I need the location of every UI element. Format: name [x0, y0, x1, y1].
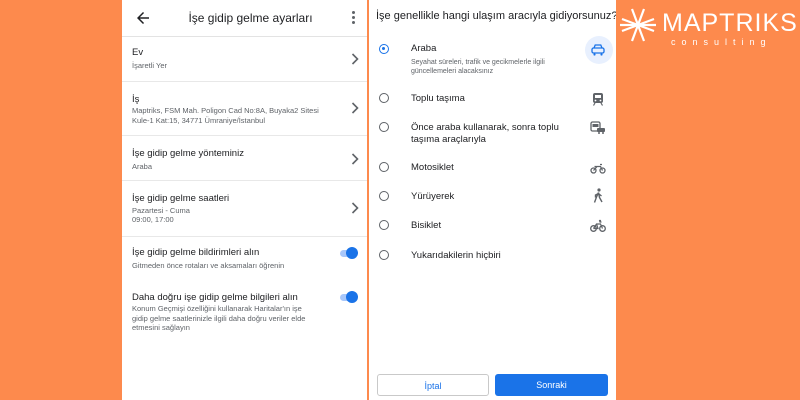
radio-button[interactable] [379, 250, 389, 260]
radio-button[interactable] [379, 122, 389, 132]
commute-settings-panel: İşe gidip gelme ayarları Ev İşaretli Yer… [122, 0, 367, 400]
option-public-transit[interactable]: Toplu taşıma [369, 88, 616, 112]
row-subtitle: İşaretli Yer [132, 61, 168, 70]
row-subtitle-times: 09:00, 17:00 [132, 215, 174, 224]
option-car[interactable]: Araba Seyahat süreleri, trafik ve gecikm… [369, 36, 616, 80]
logo-tagline: consulting [671, 37, 772, 47]
radio-button[interactable] [379, 191, 389, 201]
bicycle-icon [590, 219, 606, 232]
chevron-right-icon [351, 102, 359, 114]
walking-icon [593, 188, 603, 203]
option-description: Seyahat süreleri, trafik ve gecikmelerle… [411, 59, 545, 75]
row-subtitle: Araba [132, 162, 153, 171]
app-bar: İşe gidip gelme ayarları [122, 0, 367, 37]
option-label: Yürüyerek [411, 191, 455, 202]
next-button[interactable]: Sonraki [495, 374, 608, 396]
radio-button[interactable] [379, 220, 389, 230]
option-label: Toplu taşıma [411, 93, 465, 104]
row-title: Daha doğru işe gidip gelme bilgileri alı… [132, 292, 298, 303]
settings-row-work[interactable]: İş Maptriks, FSM Mah. Poligon Cad No:8A,… [122, 82, 367, 136]
option-label: Önce araba kullanarak, sonra toplu taşım… [411, 122, 559, 145]
option-motorcycle[interactable]: Motosiklet [369, 157, 616, 181]
settings-row-commute-times[interactable]: İşe gidip gelme saatleri Pazartesi - Cum… [122, 181, 367, 237]
car-icon [591, 44, 605, 56]
row-title: İş [132, 94, 140, 105]
option-label: Yukarıdakilerin hiçbiri [411, 250, 501, 261]
more-options-icon[interactable] [351, 10, 357, 26]
settings-row-home[interactable]: Ev İşaretli Yer [122, 37, 367, 82]
row-title: İşe gidip gelme yönteminiz [132, 148, 244, 159]
motorcycle-icon [590, 163, 606, 174]
maptriks-logo-icon [620, 8, 656, 42]
question-title: İşe genellikle hangi ulaşım aracıyla gid… [376, 10, 616, 22]
option-label: Araba [411, 43, 437, 54]
option-bicycle[interactable]: Bisiklet [369, 215, 616, 239]
row-title: İşe gidip gelme bildirimleri alın [132, 247, 260, 258]
location-history-toggle[interactable] [338, 291, 358, 303]
notifications-toggle[interactable] [338, 247, 358, 259]
radio-button[interactable] [379, 93, 389, 103]
option-car-then-transit[interactable]: Önce araba kullanarak, sonra toplu taşım… [369, 117, 616, 151]
page-title: İşe gidip gelme ayarları [188, 11, 313, 25]
row-subtitle: Konum Geçmişi özelliğini kullanarak Hari… [132, 304, 306, 332]
option-label: Bisiklet [411, 220, 442, 231]
train-icon [592, 93, 604, 106]
row-subtitle: Maptriks, FSM Mah. Poligon Cad No:8A, Bu… [132, 106, 319, 125]
row-title: Ev [132, 47, 144, 58]
logo-wordmark: MAPTRIKS [662, 9, 798, 37]
row-title: İşe gidip gelme saatleri [132, 193, 230, 204]
cancel-button[interactable]: İptal [377, 374, 489, 396]
chevron-right-icon [351, 153, 359, 165]
radio-button-selected[interactable] [379, 44, 389, 54]
chevron-right-icon [351, 202, 359, 214]
row-subtitle: Gitmeden önce rotaları ve aksamaları öğr… [132, 261, 285, 270]
option-label: Motosiklet [411, 162, 454, 173]
settings-row-location-history: Daha doğru işe gidip gelme bilgileri alı… [122, 282, 367, 352]
option-walking[interactable]: Yürüyerek [369, 186, 616, 210]
option-none[interactable]: Yukarıdakilerin hiçbiri [369, 245, 616, 269]
radio-button[interactable] [379, 162, 389, 172]
back-arrow-icon[interactable] [134, 9, 152, 27]
settings-row-notifications: İşe gidip gelme bildirimleri alın Gitmed… [122, 237, 367, 281]
car-transit-icon [590, 121, 605, 134]
settings-row-commute-mode[interactable]: İşe gidip gelme yönteminiz Araba [122, 136, 367, 181]
transport-mode-panel: İşe genellikle hangi ulaşım aracıyla gid… [369, 0, 616, 400]
chevron-right-icon [351, 53, 359, 65]
